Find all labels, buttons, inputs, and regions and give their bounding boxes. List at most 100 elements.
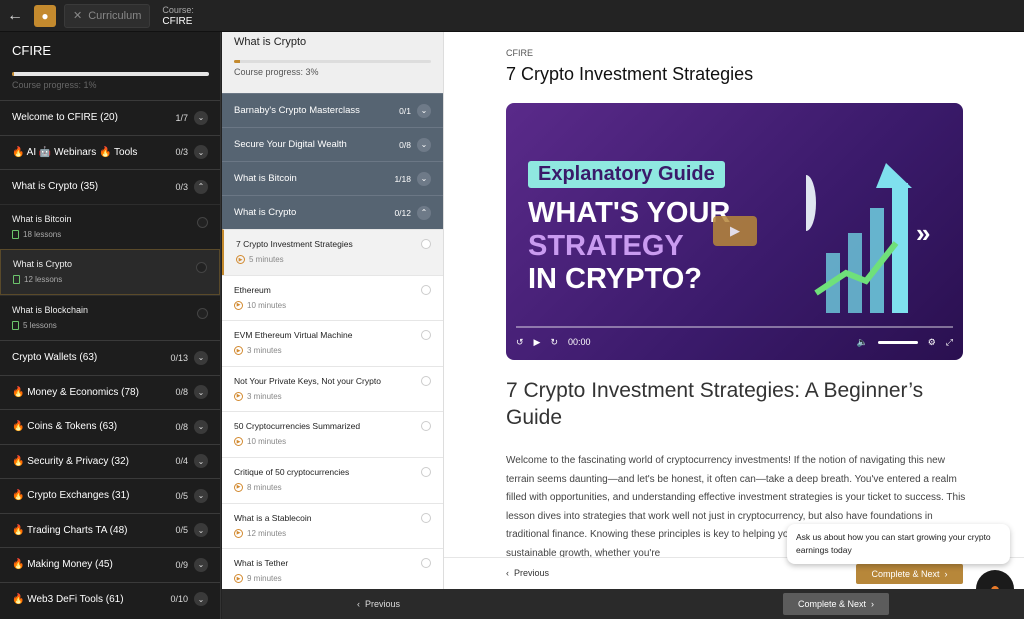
bottom-complete-next-label: Complete & Next — [797, 599, 867, 609]
arrow-left-icon[interactable]: ← — [0, 0, 30, 32]
forward-10-icon[interactable]: ↻ — [550, 337, 558, 348]
lesson-duration: 10 minutes — [247, 437, 287, 447]
lesson-duration-row: ▶ 12 minutes — [234, 528, 431, 538]
lesson-name: What is Tether — [234, 558, 289, 569]
topic-section-label: Barnaby's Crypto Masterclass — [234, 105, 360, 116]
sidebar-header: CFIRE Course progress: 1% — [0, 32, 220, 100]
sidebar-section-count: 0/8 — [175, 387, 188, 398]
completion-circle — [421, 239, 431, 249]
chevron-down-icon[interactable]: ⌄ — [194, 145, 208, 160]
sidebar-section[interactable]: 🔥 Money & Economics (78) 0/8 ⌄ — [0, 374, 220, 410]
document-icon — [13, 275, 20, 284]
lesson-item[interactable]: What is a Stablecoin ▶ 12 minutes — [222, 502, 443, 549]
close-icon[interactable]: ✕ — [73, 9, 82, 22]
topic-section[interactable]: Barnaby's Crypto Masterclass 0/1 ⌄ — [222, 93, 443, 127]
chevron-down-icon[interactable]: ⌄ — [194, 523, 208, 538]
double-chevron-icon: » — [916, 218, 931, 248]
sidebar-section-label: 🔥 Coins & Tokens (63) — [12, 421, 118, 433]
curriculum-tab[interactable]: ✕ Curriculum — [64, 3, 151, 28]
lesson-item[interactable]: EVM Ethereum Virtual Machine ▶ 3 minutes — [222, 320, 443, 366]
topic-progress-fill — [234, 60, 240, 63]
lesson-item[interactable]: Not Your Private Keys, Not your Crypto ▶ 3… — [222, 365, 443, 412]
lesson-list-panel: What is Crypto Course progress: 3% Barna… — [222, 32, 444, 589]
chevron-up-icon[interactable]: ⌃ — [194, 179, 208, 194]
completion-circle — [421, 375, 431, 386]
lesson-item[interactable]: Ethereum ▶ 10 minutes — [222, 274, 443, 321]
rewind-10-icon[interactable]: ↺ — [516, 337, 524, 348]
fullscreen-icon[interactable]: ⤢ — [946, 337, 953, 348]
video-headline-2: STRATEGY — [528, 230, 684, 262]
chevron-down-icon[interactable]: ⌄ — [194, 488, 208, 503]
sidebar-section[interactable]: 🔥 Security & Privacy (32) 0/4 ⌄ — [0, 443, 220, 479]
course-eyebrow: CFIRE — [506, 48, 533, 58]
lesson-item[interactable]: Critique of 50 cryptocurrencies ▶ 8 minute… — [222, 456, 443, 503]
play-circle-icon: ▶ — [234, 300, 243, 310]
topic-section-label: What is Bitcoin — [234, 173, 297, 184]
topic-section-label: What is Crypto — [234, 207, 297, 218]
chat-prompt-bubble[interactable]: Ask us about how you can start growing y… — [787, 524, 1010, 564]
lesson-count: 18 lessons — [23, 229, 62, 239]
lesson-name: 50 Cryptocurrencies Summarized — [234, 421, 361, 432]
sidebar-section[interactable]: 🔥 Web3 DeFi Tools (61) 0/10 ⌄ — [0, 581, 220, 617]
curriculum-label: Curriculum — [88, 9, 142, 22]
sidebar-subsection-lessons: 5 lessons — [12, 320, 208, 330]
chevron-down-icon[interactable]: ⌄ — [194, 454, 208, 469]
sidebar-section-label: What is Crypto (35) — [12, 181, 99, 193]
chevron-down-icon[interactable]: ⌄ — [194, 557, 208, 572]
topic-section-count: 1/18 — [394, 173, 411, 184]
chevron-down-icon[interactable]: ⌄ — [417, 137, 431, 152]
volume-slider[interactable] — [877, 340, 918, 344]
complete-next-button[interactable]: Complete & Next › — [856, 564, 963, 584]
lesson-duration: 12 minutes — [247, 528, 287, 538]
chevron-down-icon[interactable]: ⌄ — [194, 350, 208, 365]
bottom-previous-button[interactable]: ‹ Previous — [357, 599, 400, 609]
sidebar-section-count: 0/10 — [170, 594, 188, 605]
sidebar-section[interactable]: 🔥 AI 🤖 Webinars 🔥 Tools 0/3 ⌄ — [0, 134, 220, 170]
sidebar-section-label: 🔥 Making Money (45) — [12, 559, 113, 571]
chevron-down-icon[interactable]: ⌄ — [194, 419, 208, 434]
volume-icon[interactable]: 🔈 — [857, 337, 868, 348]
previous-lesson-link[interactable]: ‹ Previous — [506, 568, 549, 578]
sidebar-section[interactable]: 🔥 Trading Charts TA (48) 0/5 ⌄ — [0, 512, 220, 548]
play-icon[interactable]: ▶ — [534, 337, 541, 348]
sidebar-subsection[interactable]: What is Crypto 12 lessons — [0, 249, 220, 295]
play-circle-icon: ▶ — [234, 391, 243, 401]
sidebar-section-count: 0/3 — [175, 147, 188, 158]
bottom-complete-next-button[interactable]: Complete & Next › — [783, 593, 889, 615]
chevron-down-icon[interactable]: ⌄ — [417, 103, 431, 118]
sidebar-section-count: 0/8 — [175, 421, 188, 432]
sidebar-section[interactable]: Welcome to CFIRE (20) 1/7 ⌄ — [0, 100, 220, 135]
lesson-duration: 10 minutes — [247, 300, 287, 310]
sidebar-subsection[interactable]: What is Blockchain 5 lessons — [0, 294, 220, 341]
topic-section[interactable]: Secure Your Digital Wealth 0/8 ⌄ — [222, 127, 443, 161]
chevron-down-icon[interactable]: ⌄ — [194, 110, 208, 125]
chevron-down-icon[interactable]: ⌄ — [194, 592, 208, 607]
lesson-item[interactable]: 7 Crypto Investment Strategies ▶ 5 minutes — [222, 229, 443, 275]
course-label: Course: CFIRE — [162, 5, 194, 27]
settings-gear-icon[interactable]: ⚙ — [928, 337, 936, 348]
topic-progress-text: Course progress: 3% — [234, 67, 319, 77]
sidebar-subsection[interactable]: What is Bitcoin 18 lessons — [0, 203, 220, 250]
chevron-down-icon[interactable]: ⌄ — [417, 171, 431, 186]
lesson-duration-row: ▶ 3 minutes — [234, 346, 431, 356]
video-player[interactable]: Explanatory Guide WHAT'S YOUR STRATEGY I… — [506, 103, 963, 360]
topic-section-count: 0/8 — [399, 139, 411, 150]
sidebar-subsection-lessons: 18 lessons — [12, 229, 208, 239]
chevron-up-icon[interactable]: ⌃ — [417, 205, 431, 220]
sidebar-section-label: 🔥 AI 🤖 Webinars 🔥 Tools — [12, 146, 138, 158]
lesson-name: Critique of 50 cryptocurrencies — [234, 466, 350, 477]
lesson-item[interactable]: 50 Cryptocurrencies Summarized ▶ 10 minute… — [222, 411, 443, 457]
sidebar-section[interactable]: Crypto Wallets (63) 0/13 ⌄ — [0, 340, 220, 375]
topic-section[interactable]: What is Crypto 0/12 ⌃ — [222, 195, 443, 229]
sidebar-section[interactable]: What is Crypto (35) 0/3 ⌃ — [0, 169, 220, 204]
sidebar-section-count: 0/5 — [175, 525, 188, 536]
lesson-item[interactable]: What is Tether ▶ 9 minutes — [222, 548, 443, 589]
topic-section[interactable]: What is Bitcoin 1/18 ⌄ — [222, 161, 443, 195]
course-small-label: Course: — [162, 4, 194, 15]
sidebar-section[interactable]: 🔥 Making Money (45) 0/9 ⌄ — [0, 547, 220, 582]
sidebar-section[interactable]: 🔥 Coins & Tokens (63) 0/8 ⌄ — [0, 409, 220, 444]
video-time: 00:00 — [568, 337, 591, 347]
chevron-down-icon[interactable]: ⌄ — [194, 385, 208, 400]
video-play-overlay-button[interactable]: ▶ — [713, 216, 757, 246]
sidebar-section[interactable]: 🔥 Crypto Exchanges (31) 0/5 ⌄ — [0, 478, 220, 513]
